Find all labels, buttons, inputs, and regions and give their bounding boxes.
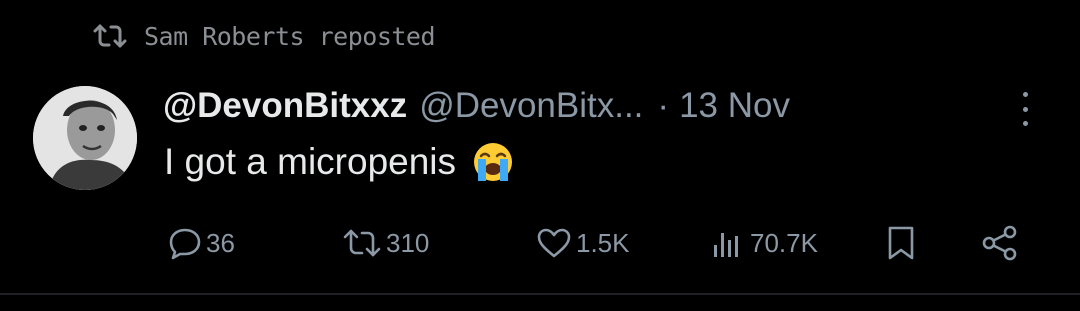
like-button[interactable]: 1.5K xyxy=(536,220,630,266)
tweet-text-row: I got a micropenis xyxy=(164,137,514,187)
repost-icon xyxy=(92,23,128,49)
views-icon xyxy=(710,227,746,259)
share-icon xyxy=(980,224,1020,262)
repost-button[interactable]: 310 xyxy=(342,220,429,266)
like-count: 1.5K xyxy=(576,227,630,258)
user-handle[interactable]: @DevonBitx... xyxy=(419,86,643,126)
bookmark-button[interactable] xyxy=(884,220,918,266)
reply-button[interactable]: 36 xyxy=(168,220,235,266)
divider xyxy=(0,293,1080,295)
tweet-date[interactable]: 13 Nov xyxy=(679,86,790,126)
action-bar: 36 310 1.5K 70.7K xyxy=(0,220,1080,266)
reply-count: 36 xyxy=(206,227,235,258)
repost-banner[interactable]: Sam Roberts reposted xyxy=(92,18,436,54)
repost-count: 310 xyxy=(386,227,430,258)
share-button[interactable] xyxy=(980,220,1020,266)
more-options-icon[interactable] xyxy=(1014,92,1036,126)
loudly-crying-face-icon xyxy=(474,143,513,181)
views-button[interactable]: 70.7K xyxy=(710,220,818,266)
repost-icon xyxy=(342,228,382,258)
bookmark-icon xyxy=(884,224,918,262)
display-name[interactable]: @DevonBitxxz xyxy=(163,86,407,126)
view-count: 70.7K xyxy=(750,227,818,258)
avatar[interactable] xyxy=(33,86,137,190)
tweet-header: @DevonBitxxz @DevonBitx... · 13 Nov xyxy=(163,80,790,132)
tweet-text: I got a micropenis xyxy=(164,141,457,182)
separator-dot: · xyxy=(657,86,670,125)
heart-icon xyxy=(536,227,572,259)
repost-text[interactable]: Sam Roberts reposted xyxy=(144,22,436,51)
reply-icon xyxy=(168,226,202,260)
